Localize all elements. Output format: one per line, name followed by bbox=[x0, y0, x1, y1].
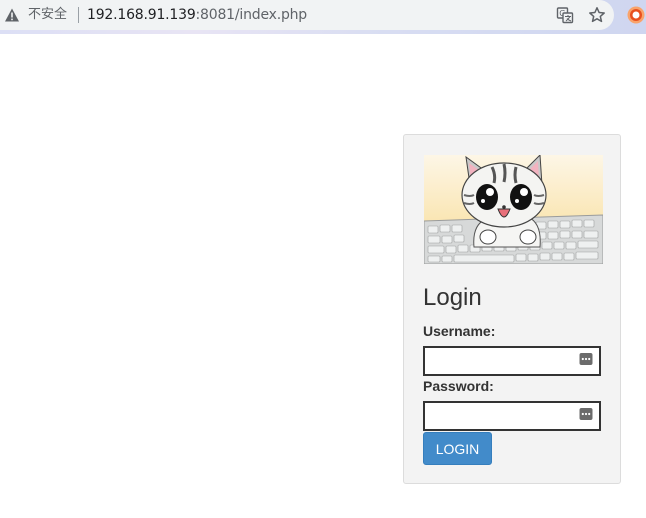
login-button[interactable]: LOGIN bbox=[423, 432, 492, 465]
browser-toolbar: 不安全 192.168.91.139:8081/index.php G bbox=[0, 0, 646, 34]
url-host: 192.168.91.139 bbox=[87, 7, 196, 23]
bookmark-star-icon[interactable] bbox=[588, 6, 606, 24]
password-manager-icon[interactable] bbox=[579, 352, 593, 366]
username-label: Username: bbox=[423, 323, 496, 339]
password-label: Password: bbox=[423, 378, 494, 394]
login-title: Login bbox=[423, 284, 482, 311]
extension-icon[interactable] bbox=[627, 6, 645, 24]
address-bar[interactable]: 不安全 192.168.91.139:8081/index.php G bbox=[0, 0, 614, 30]
security-status-label[interactable]: 不安全 bbox=[28, 7, 67, 23]
translate-icon[interactable]: G bbox=[556, 6, 574, 24]
cat-keyboard-image bbox=[424, 155, 603, 264]
password-manager-icon[interactable] bbox=[579, 407, 593, 421]
warning-icon[interactable] bbox=[4, 7, 20, 23]
url-path: :8081/index.php bbox=[195, 7, 308, 23]
username-input[interactable] bbox=[423, 346, 601, 376]
login-panel: Login Username: Password: LOGIN bbox=[403, 134, 621, 484]
url-text[interactable]: 192.168.91.139:8081/index.php bbox=[87, 6, 307, 24]
password-input[interactable] bbox=[423, 401, 601, 431]
address-divider bbox=[78, 7, 79, 23]
